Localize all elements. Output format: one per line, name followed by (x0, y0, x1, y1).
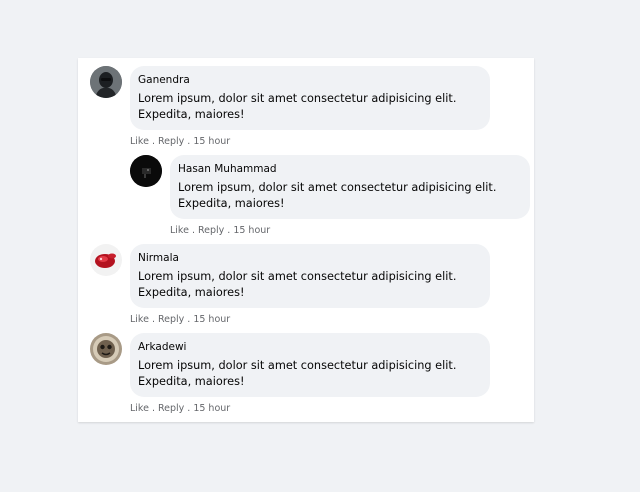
comment-text: Lorem ipsum, dolor sit amet consectetur … (138, 359, 457, 388)
reply-button[interactable]: Reply (158, 314, 184, 325)
like-button[interactable]: Like (170, 225, 189, 236)
separator-dot: . (187, 403, 191, 414)
separator-dot: . (151, 136, 155, 147)
black-night-avatar-icon (130, 155, 162, 187)
reply-button[interactable]: Reply (158, 403, 184, 414)
separator-dot: . (227, 225, 231, 236)
separator-dot: . (151, 403, 155, 414)
avatar[interactable] (90, 244, 122, 276)
comment-bubble: Arkadewi Lorem ipsum, dolor sit amet con… (130, 333, 490, 397)
red-ring-avatar-icon (90, 244, 122, 276)
comment-bubble: Hasan Muhammad Lorem ipsum, dolor sit am… (170, 155, 530, 219)
avatar[interactable] (90, 333, 122, 365)
separator-dot: . (151, 314, 155, 325)
comment-author[interactable]: Ganendra (138, 73, 480, 87)
comments-card: Ganendra Lorem ipsum, dolor sit amet con… (78, 58, 534, 422)
comment-actions: Like. Reply. 15 hour (130, 403, 230, 414)
reply-button[interactable]: Reply (198, 225, 224, 236)
separator-dot: . (191, 225, 195, 236)
comment-text: Lorem ipsum, dolor sit amet consectetur … (178, 181, 497, 210)
avatar[interactable] (130, 155, 162, 187)
comment-time: 15 hour (233, 225, 271, 236)
ornament-avatar-icon (90, 333, 122, 365)
comment-actions: Like. Reply. 15 hour (170, 225, 270, 236)
like-button[interactable]: Like (130, 136, 149, 147)
comment-actions: Like. Reply. 15 hour (130, 314, 230, 325)
comment-text: Lorem ipsum, dolor sit amet consectetur … (138, 270, 457, 299)
comment-bubble: Nirmala Lorem ipsum, dolor sit amet cons… (130, 244, 490, 308)
comment-author[interactable]: Arkadewi (138, 340, 480, 354)
avatar[interactable] (90, 66, 122, 98)
separator-dot: . (187, 314, 191, 325)
comment-time: 15 hour (193, 136, 231, 147)
comment-author[interactable]: Hasan Muhammad (178, 162, 520, 176)
comment-time: 15 hour (193, 403, 231, 414)
comment-actions: Like. Reply. 15 hour (130, 136, 230, 147)
reply-button[interactable]: Reply (158, 136, 184, 147)
comment-time: 15 hour (193, 314, 231, 325)
comment-author[interactable]: Nirmala (138, 251, 480, 265)
comment-text: Lorem ipsum, dolor sit amet consectetur … (138, 92, 457, 121)
dark-figure-avatar-icon (90, 66, 122, 98)
comment-bubble: Ganendra Lorem ipsum, dolor sit amet con… (130, 66, 490, 130)
like-button[interactable]: Like (130, 314, 149, 325)
separator-dot: . (187, 136, 191, 147)
like-button[interactable]: Like (130, 403, 149, 414)
